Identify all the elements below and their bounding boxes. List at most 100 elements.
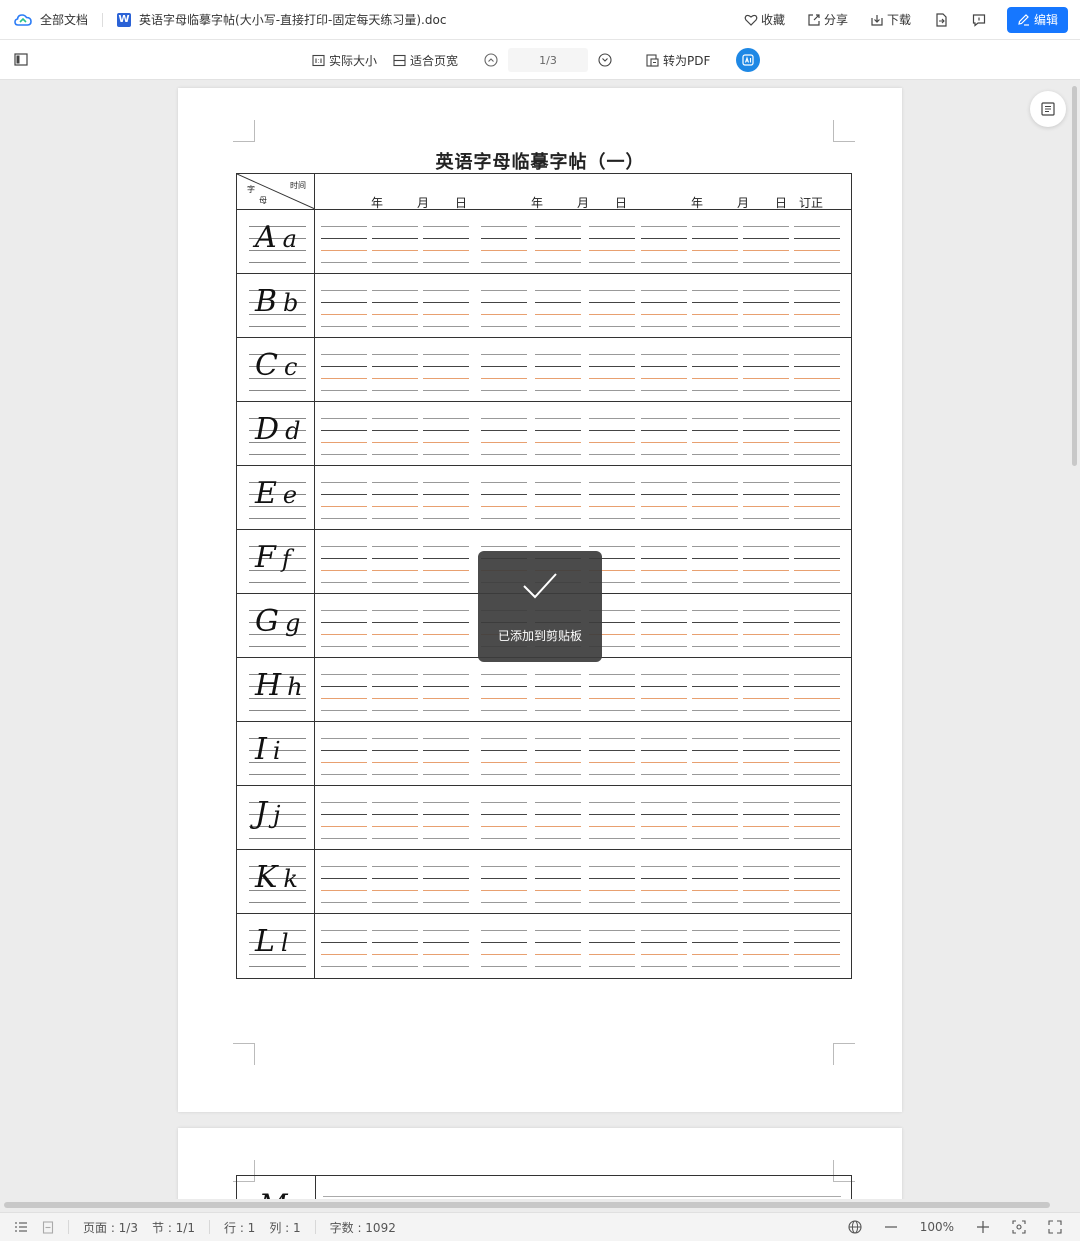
guide-line: [692, 674, 738, 675]
guide-line: [589, 902, 635, 903]
guide-line: [423, 774, 469, 775]
guide-line: [535, 442, 581, 443]
next-page-icon[interactable]: [598, 53, 612, 67]
fullscreen-icon[interactable]: [1048, 1220, 1062, 1234]
edit-button[interactable]: 编辑: [1006, 6, 1068, 33]
guide-line: [641, 326, 687, 327]
zoom-in-icon[interactable]: [976, 1220, 990, 1234]
guide-line: [481, 354, 527, 355]
practice-area: [315, 786, 851, 849]
guide-line: [692, 762, 738, 763]
writing-guide: [423, 734, 469, 775]
outline-button[interactable]: [1030, 91, 1066, 127]
writing-guide: [794, 478, 840, 519]
guide-line: [535, 302, 581, 303]
page-nav-icon[interactable]: [42, 1220, 54, 1234]
writing-guide: [423, 222, 469, 263]
letter-glyph: Cc: [255, 348, 303, 383]
guide-line: [692, 866, 738, 867]
guide-line: [481, 710, 527, 711]
guide-line: [589, 314, 635, 315]
guide-line: [372, 902, 418, 903]
export-button[interactable]: [933, 12, 949, 28]
guide-line: [481, 430, 527, 431]
guide-line: [743, 622, 789, 623]
writing-guide: [372, 542, 418, 583]
fit-width-button[interactable]: 适合页宽: [393, 52, 458, 69]
guide-line: [423, 762, 469, 763]
guide-line: [692, 966, 738, 967]
share-button[interactable]: 分享: [807, 11, 848, 28]
writing-guide: [423, 478, 469, 519]
comment-button[interactable]: [971, 12, 987, 28]
writing-guide: [743, 542, 789, 583]
prev-page-icon[interactable]: [484, 53, 498, 67]
zoom-out-icon[interactable]: [884, 1220, 898, 1234]
writing-guide: [535, 350, 581, 391]
guide-line: [423, 262, 469, 263]
fit-screen-icon[interactable]: [1012, 1220, 1026, 1234]
writing-guide: [743, 862, 789, 903]
guide-line: [372, 518, 418, 519]
page-corner-mark: [833, 120, 855, 142]
lowercase-letter: i: [272, 737, 287, 765]
writing-guide: [535, 286, 581, 327]
guide-line: [641, 814, 687, 815]
guide-line: [423, 290, 469, 291]
export-file-icon: [936, 12, 947, 27]
guide-line: [372, 302, 418, 303]
divider: [209, 1220, 210, 1234]
guide-line: [589, 290, 635, 291]
download-button[interactable]: 下载: [870, 11, 911, 28]
guide-line: [321, 674, 367, 675]
guide-line: [589, 738, 635, 739]
writing-guide: [589, 350, 635, 391]
guide-line: [589, 866, 635, 867]
guide-line: [589, 686, 635, 687]
guide-line: [535, 866, 581, 867]
guide-line: [641, 314, 687, 315]
guide-line: [372, 954, 418, 955]
sidebar-toggle-icon[interactable]: [14, 53, 28, 66]
vertical-scrollbar[interactable]: [1072, 86, 1077, 466]
practice-area: [315, 402, 851, 465]
writing-guide: [372, 350, 418, 391]
document-viewport[interactable]: 英语字母临摹字帖（一） 字 母 时间 年月日年月日年月日订正 Aa Bb Cc Dd E…: [0, 81, 1080, 1199]
horizontal-scrollbar[interactable]: [4, 1202, 1050, 1208]
guide-line: [589, 226, 635, 227]
guide-line: [535, 954, 581, 955]
actual-size-button[interactable]: 实际大小: [312, 52, 377, 69]
guide-line: [743, 290, 789, 291]
guide-line: [372, 262, 418, 263]
guide-line: [743, 610, 789, 611]
ai-assistant-button[interactable]: [736, 48, 761, 72]
guide-line: [641, 430, 687, 431]
to-pdf-button[interactable]: 转为PDF: [646, 52, 710, 69]
guide-line: [481, 954, 527, 955]
all-docs-link[interactable]: 全部文档: [40, 11, 88, 28]
favorite-button[interactable]: 收藏: [744, 11, 785, 28]
page-indicator[interactable]: 1/3: [508, 48, 589, 72]
lowercase-letter: l: [280, 929, 295, 957]
guide-line: [641, 390, 687, 391]
header-corner-cell: 字 母 时间: [237, 174, 315, 209]
word-file-icon: W: [117, 12, 132, 27]
cloud-icon[interactable]: [14, 13, 32, 27]
guide-line: [481, 674, 527, 675]
writing-guide: [481, 734, 527, 775]
guide-line: [794, 390, 840, 391]
guide-line: [794, 518, 840, 519]
guide-line: [641, 494, 687, 495]
guide-line: [743, 506, 789, 507]
guide-line: [423, 430, 469, 431]
outline-list-icon[interactable]: [14, 1221, 28, 1233]
guide-line: [641, 930, 687, 931]
guide-line: [743, 710, 789, 711]
globe-icon[interactable]: [848, 1220, 862, 1234]
writing-guide: [423, 286, 469, 327]
guide-line: [481, 966, 527, 967]
guide-line: [589, 418, 635, 419]
writing-guide: [641, 350, 687, 391]
zoom-level[interactable]: 100%: [920, 1220, 954, 1234]
guide-line: [743, 390, 789, 391]
